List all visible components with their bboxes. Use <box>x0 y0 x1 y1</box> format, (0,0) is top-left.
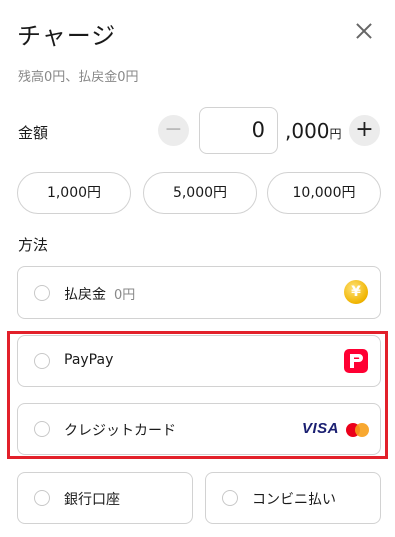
amount-suffix: ,000円 <box>285 119 342 143</box>
method-label: 方法 <box>18 236 49 254</box>
preset-1000-button[interactable]: 1,000円 <box>17 172 131 214</box>
radio-bank-account[interactable] <box>34 490 50 506</box>
preset-10000-button[interactable]: 10,000円 <box>267 172 381 214</box>
radio-refund[interactable] <box>34 285 50 301</box>
refund-amount: 0円 <box>114 288 136 303</box>
option-label-convenience-store: コンビニ払い <box>252 492 336 508</box>
page-title: チャージ <box>17 22 117 50</box>
method-option-bank-account[interactable]: 銀行口座 <box>17 472 193 524</box>
charge-panel: チャージ 残高0円、払戻金0円 金額 − 0 ,000円 + 1,000円 5,… <box>0 0 395 537</box>
preset-5000-button[interactable]: 5,000円 <box>143 172 257 214</box>
amount-input[interactable]: 0 <box>199 107 278 154</box>
decrease-button[interactable]: − <box>158 115 189 146</box>
increase-button[interactable]: + <box>349 115 380 146</box>
balance-text: 残高0円、払戻金0円 <box>18 70 139 85</box>
refund-label: 払戻金 <box>64 287 106 303</box>
close-icon[interactable] <box>352 19 376 43</box>
yen-coin-icon: ¥ <box>344 280 368 304</box>
amount-unit: 円 <box>329 127 342 141</box>
option-label-bank-account: 銀行口座 <box>64 492 120 508</box>
method-option-refund[interactable]: 払戻金 0円 ¥ <box>17 266 381 319</box>
method-option-convenience-store[interactable]: コンビニ払い <box>205 472 381 524</box>
option-label-refund: 払戻金 0円 <box>64 284 135 304</box>
amount-thousands: ,000 <box>285 119 330 143</box>
radio-convenience-store[interactable] <box>222 490 238 506</box>
highlight-box <box>7 331 388 459</box>
amount-label: 金額 <box>18 124 49 142</box>
amount-value: 0 <box>251 118 265 142</box>
